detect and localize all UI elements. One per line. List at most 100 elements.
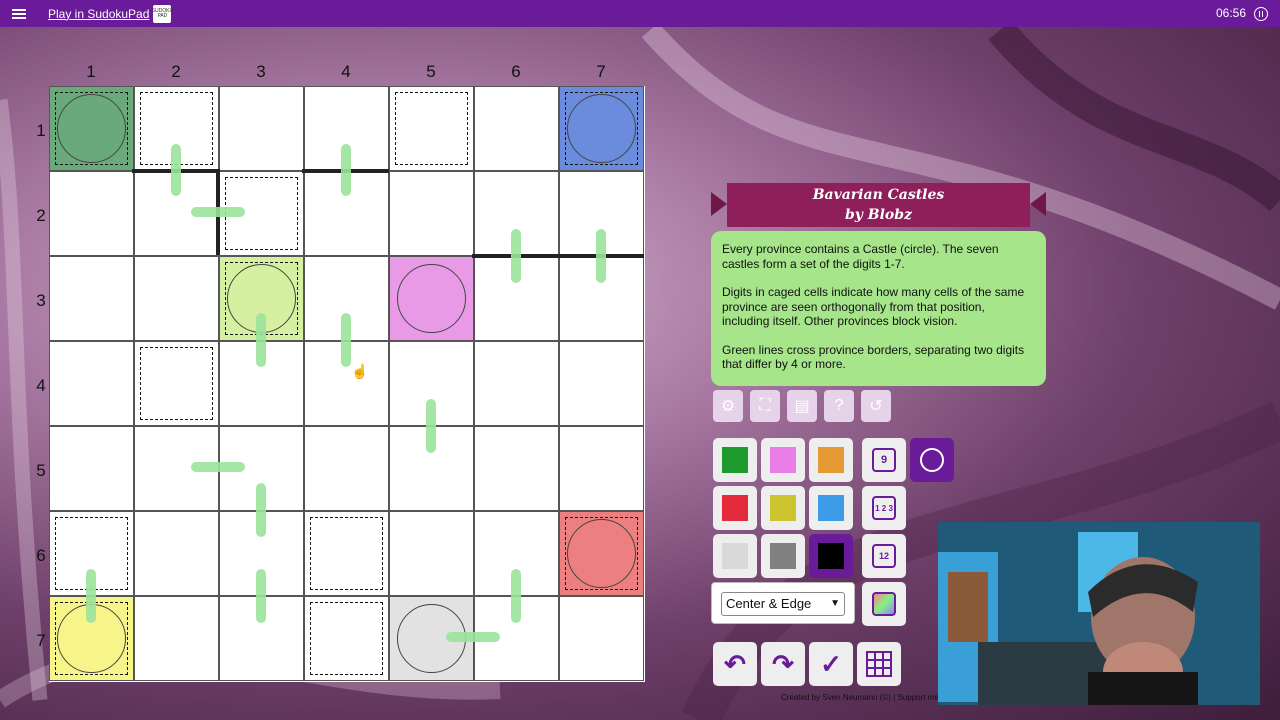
grid-cell[interactable] [389, 171, 474, 256]
row-label: 6 [36, 546, 46, 565]
grid-cell[interactable] [49, 256, 134, 341]
killer-cage [310, 517, 383, 590]
green-line [256, 483, 266, 537]
color-swatch [722, 447, 748, 473]
redo-button[interactable]: ↷ [761, 642, 805, 686]
menu-icon[interactable] [12, 7, 26, 21]
green-line [86, 569, 96, 623]
killer-cage [140, 347, 213, 420]
color-swatch [770, 447, 796, 473]
check-button[interactable]: ✓ [809, 642, 853, 686]
color-swatch [722, 543, 748, 569]
cursor-hand-icon: ☝ [351, 363, 369, 379]
grid-cell[interactable] [559, 426, 644, 511]
grid-cell[interactable] [49, 171, 134, 256]
green-line [341, 313, 351, 367]
rule-text: Digits in caged cells indicate how many … [722, 285, 1025, 328]
color-swatch-button[interactable] [809, 534, 853, 578]
killer-cage [310, 602, 383, 675]
rules-panel: Every province contains a Castle (circle… [711, 231, 1046, 386]
color-swatch-button[interactable] [809, 438, 853, 482]
restart-icon[interactable]: ↺ [861, 390, 891, 422]
color-swatch [818, 447, 844, 473]
banner-tail-right [1030, 192, 1046, 216]
castle-circle [567, 519, 636, 588]
timer: 06:56 [1215, 6, 1246, 20]
chevron-down-icon: ▼ [830, 598, 840, 609]
grid-cell[interactable] [304, 426, 389, 511]
grid-cell[interactable] [474, 426, 559, 511]
webcam-image [938, 522, 1260, 705]
color-swatch-button[interactable] [761, 534, 805, 578]
grid-button[interactable] [857, 642, 901, 686]
grid-cell[interactable] [134, 596, 219, 681]
grid-cell[interactable] [474, 86, 559, 171]
fullscreen-icon[interactable]: ⛶ [750, 390, 780, 422]
color-swatch-button[interactable] [761, 486, 805, 530]
column-label: 2 [171, 62, 181, 81]
castle-circle [567, 94, 636, 163]
play-in-sudokupad-link[interactable]: Play in SudokuPad [48, 7, 149, 21]
normal-mode-button[interactable]: 9 [862, 438, 906, 482]
grid-cell[interactable] [559, 596, 644, 681]
green-line [191, 207, 245, 217]
webcam-overlay [938, 522, 1260, 705]
column-label: 6 [511, 62, 521, 81]
help-icon[interactable]: ? [824, 390, 854, 422]
top-bar: Play in SudokuPad SUDOKU PAD 06:56 [0, 0, 1280, 27]
row-label: 1 [36, 121, 46, 140]
grid-cell[interactable] [49, 426, 134, 511]
color-swatch-button[interactable] [713, 486, 757, 530]
color-swatch-button[interactable] [761, 438, 805, 482]
row-label: 2 [36, 206, 46, 225]
corner-mode-button[interactable]: 1 2 3 [862, 486, 906, 530]
pen-mode-button[interactable] [862, 582, 906, 626]
castle-circle [397, 264, 466, 333]
green-line [511, 569, 521, 623]
column-label: 4 [341, 62, 351, 81]
color-swatch [770, 495, 796, 521]
color-mode-icon [920, 448, 944, 472]
column-label: 3 [256, 62, 266, 81]
color-swatch-button[interactable] [713, 534, 757, 578]
credit-text: Created by Sven Neumann (©) | Support me… [781, 693, 941, 702]
clipboard-icon[interactable]: ▤ [787, 390, 817, 422]
grid-cell[interactable] [219, 86, 304, 171]
green-line [341, 144, 351, 196]
row-label: 3 [36, 291, 46, 310]
color-swatch [818, 495, 844, 521]
green-line [596, 229, 606, 283]
mode-select[interactable]: Center & Edge ▼ [711, 582, 855, 624]
banner-tail-left [711, 192, 727, 216]
column-label: 1 [86, 62, 96, 81]
puzzle-grid[interactable] [49, 86, 645, 682]
color-mode-button[interactable] [910, 438, 954, 482]
rule-text: Green lines cross province borders, sepa… [722, 342, 1025, 372]
green-line [256, 569, 266, 623]
pause-icon[interactable] [1254, 7, 1268, 21]
center-mode-button[interactable]: 12 [862, 534, 906, 578]
row-label: 5 [36, 461, 46, 480]
province-border [472, 254, 644, 258]
column-label: 7 [596, 62, 606, 81]
grid-cell[interactable] [389, 511, 474, 596]
grid-cell[interactable] [134, 256, 219, 341]
color-swatch-button[interactable] [809, 486, 853, 530]
gear-icon[interactable]: ⚙ [713, 390, 743, 422]
grid-cell[interactable] [474, 341, 559, 426]
castle-circle [57, 94, 126, 163]
grid-cell[interactable] [134, 511, 219, 596]
killer-cage [395, 92, 468, 165]
grid-cell[interactable] [49, 341, 134, 426]
mode-select-value: Center & Edge [726, 596, 812, 611]
green-line [171, 144, 181, 196]
column-label: 5 [426, 62, 436, 81]
grid-cell[interactable] [559, 341, 644, 426]
green-line [426, 399, 436, 453]
undo-button[interactable]: ↶ [713, 642, 757, 686]
color-swatch-button[interactable] [713, 438, 757, 482]
row-label: 4 [36, 376, 46, 395]
color-swatch [818, 543, 844, 569]
row-label: 7 [36, 631, 46, 650]
rule-text: Every province contains a Castle (circle… [722, 242, 999, 271]
